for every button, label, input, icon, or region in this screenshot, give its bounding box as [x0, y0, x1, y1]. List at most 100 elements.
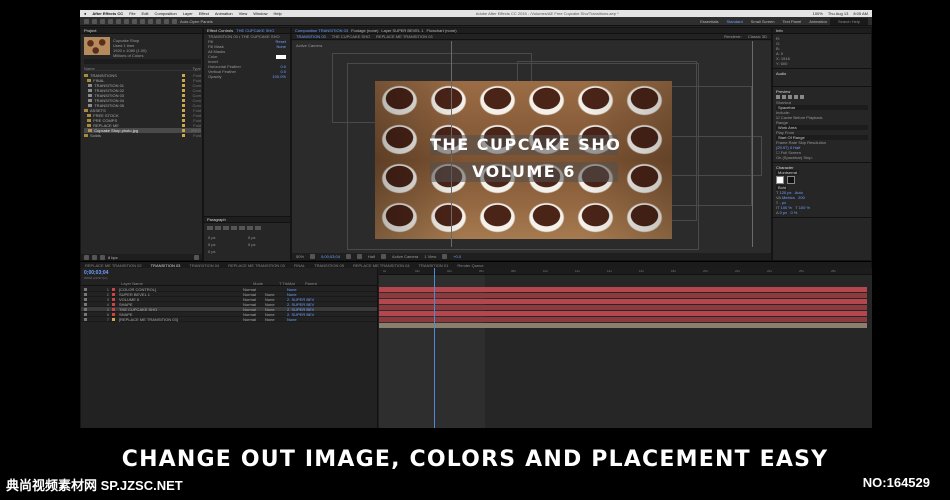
tab-info[interactable]: Info	[776, 28, 783, 33]
visibility-icon[interactable]	[84, 292, 87, 296]
workspace-animation[interactable]: Animation	[809, 19, 827, 24]
text-tool-icon[interactable]	[156, 18, 161, 24]
tab-timeline[interactable]: REPLACE ME TRANSITION 02	[85, 263, 142, 268]
menu-help[interactable]: Help	[274, 11, 282, 16]
tab-render-queue[interactable]: Render Queue	[457, 263, 483, 268]
visibility-icon[interactable]	[84, 287, 87, 291]
menu-effect[interactable]: Effect	[199, 11, 209, 16]
justify-center-icon[interactable]	[239, 226, 245, 230]
fill-color-swatch[interactable]	[776, 176, 784, 184]
tab-timeline[interactable]: REPLACE ME TRANSITION 03	[228, 263, 285, 268]
effect-row[interactable]: Opacity 100.0%	[204, 74, 290, 79]
tab-paragraph[interactable]: Paragraph	[207, 217, 226, 222]
timeline-graph[interactable]: 0s 02s 04s 06s 08s 10s 12s 14s 16s 18s 2…	[379, 268, 872, 428]
apple-icon[interactable]: ●	[84, 11, 86, 16]
first-frame-icon[interactable]	[776, 95, 780, 99]
current-time-indicator[interactable]	[434, 268, 435, 428]
rotate-tool-icon[interactable]	[116, 18, 121, 24]
workspace-small-screen[interactable]: Small Screen	[751, 19, 775, 24]
tab-effect-controls[interactable]: Effect Controls	[207, 28, 233, 33]
grid-icon[interactable]	[310, 254, 316, 259]
stroke-color-swatch[interactable]	[787, 176, 795, 184]
menu-composition[interactable]: Composition	[154, 11, 176, 16]
list-item[interactable]: Solids Fold	[84, 133, 201, 138]
pen-tool-icon[interactable]	[148, 18, 153, 24]
menu-layer[interactable]: Layer	[183, 11, 193, 16]
align-left-icon[interactable]	[207, 226, 213, 230]
zoom-select[interactable]: 50%	[296, 254, 304, 259]
column-parent[interactable]: Parent	[305, 281, 317, 286]
align-right-icon[interactable]	[223, 226, 229, 230]
tab-timeline[interactable]: TRANSITION 05	[314, 263, 344, 268]
indent-right-value[interactable]: 0 px	[248, 235, 286, 240]
region-icon[interactable]	[381, 254, 387, 259]
composition-viewer[interactable]: Active Camera THE CUPCAKE SHO VOLUME 6	[292, 41, 771, 254]
tab-timeline[interactable]: REPLACE ME TRANSITION 04	[353, 263, 410, 268]
justify-left-icon[interactable]	[231, 226, 237, 230]
column-name[interactable]: Name	[84, 66, 95, 71]
snapshot-icon[interactable]	[345, 254, 351, 259]
shape-tool-icon[interactable]	[140, 18, 145, 24]
visibility-icon[interactable]	[84, 302, 87, 306]
next-frame-icon[interactable]	[794, 95, 798, 99]
composition-canvas[interactable]: THE CUPCAKE SHO VOLUME 6	[375, 81, 672, 239]
play-icon[interactable]	[788, 95, 792, 99]
auto-open-panels-toggle[interactable]: Auto-Open Panels	[180, 19, 213, 24]
interpret-footage-icon[interactable]	[84, 254, 89, 260]
tab-timeline[interactable]: TRANSITION 03	[151, 263, 181, 268]
visibility-icon[interactable]	[84, 307, 87, 311]
project-search-input[interactable]	[84, 59, 201, 64]
view-layout-select[interactable]: 1 View	[424, 254, 436, 259]
zoom-tool-icon[interactable]	[108, 18, 113, 24]
resolution-select[interactable]: Half	[368, 254, 375, 259]
layer-bar[interactable]	[379, 287, 867, 292]
tab-layer[interactable]: Layer SUPER BEVEL 1	[381, 28, 423, 33]
channel-icon[interactable]	[356, 254, 362, 259]
volume-title-text[interactable]: VOLUME 6	[430, 162, 618, 182]
brush-tool-icon[interactable]	[164, 18, 169, 24]
tab-timeline[interactable]: TRANSITION 01	[419, 263, 449, 268]
workspace-text[interactable]: Text Panel	[783, 19, 802, 24]
menu-view[interactable]: View	[239, 11, 248, 16]
tab-footage[interactable]: Footage (none)	[351, 28, 378, 33]
home-tool-icon[interactable]	[84, 18, 89, 24]
hand-tool-icon[interactable]	[100, 18, 105, 24]
puppet-tool-icon[interactable]	[172, 18, 177, 24]
visibility-icon[interactable]	[84, 317, 87, 321]
workspace-essentials[interactable]: Essentials	[700, 19, 718, 24]
nav-replace-me[interactable]: REPLACE ME TRANSITION 03	[376, 34, 433, 39]
menu-edit[interactable]: Edit	[142, 11, 149, 16]
trash-icon[interactable]	[194, 254, 199, 260]
indent-first-value[interactable]: 0 px	[208, 242, 246, 247]
layer-bar[interactable]	[379, 305, 867, 310]
baseline-tsume[interactable]: A 0 px 0 %	[776, 210, 868, 215]
layer-bar[interactable]	[379, 317, 867, 322]
column-type[interactable]: Type	[192, 66, 201, 71]
renderer-select[interactable]: Classic 3D	[748, 34, 767, 39]
layer-bar[interactable]	[379, 299, 867, 304]
tab-audio[interactable]: Audio	[776, 71, 868, 76]
align-center-icon[interactable]	[215, 226, 221, 230]
camera-select[interactable]: Active Camera	[392, 254, 418, 259]
tab-timeline[interactable]: TRANSITION 04	[189, 263, 219, 268]
layer-bar[interactable]	[379, 293, 867, 298]
effect-controls-target[interactable]: THE CUPCAKE SHO	[236, 28, 274, 33]
workspace-standard[interactable]: Standard	[726, 19, 742, 24]
justify-all-icon[interactable]	[255, 226, 261, 230]
new-composition-icon[interactable]	[100, 254, 105, 260]
layer-bar[interactable]	[379, 311, 867, 316]
tab-flowchart[interactable]: Flowchart (none)	[427, 28, 457, 33]
menu-animation[interactable]: Animation	[215, 11, 233, 16]
table-row[interactable]: 7 [REPLACE ME TRANSITION 03] Normal None Non…	[81, 317, 377, 322]
tab-composition[interactable]: Composition TRANSITION 03	[295, 28, 348, 33]
space-after-value[interactable]: 0 px	[208, 249, 246, 254]
time-ruler[interactable]: 0s 02s 04s 06s 08s 10s 12s 14s 16s 18s 2…	[379, 268, 872, 275]
search-help-input[interactable]: Search Help	[829, 17, 868, 25]
menu-file[interactable]: File	[129, 11, 135, 16]
fill-color-swatch[interactable]	[276, 54, 286, 59]
menu-window[interactable]: Window	[253, 11, 267, 16]
camera-tool-icon[interactable]	[124, 18, 129, 24]
prev-frame-icon[interactable]	[782, 95, 786, 99]
column-layer-name[interactable]: Layer Name	[121, 281, 225, 286]
bit-depth-button[interactable]: 8 bpc	[108, 255, 118, 260]
